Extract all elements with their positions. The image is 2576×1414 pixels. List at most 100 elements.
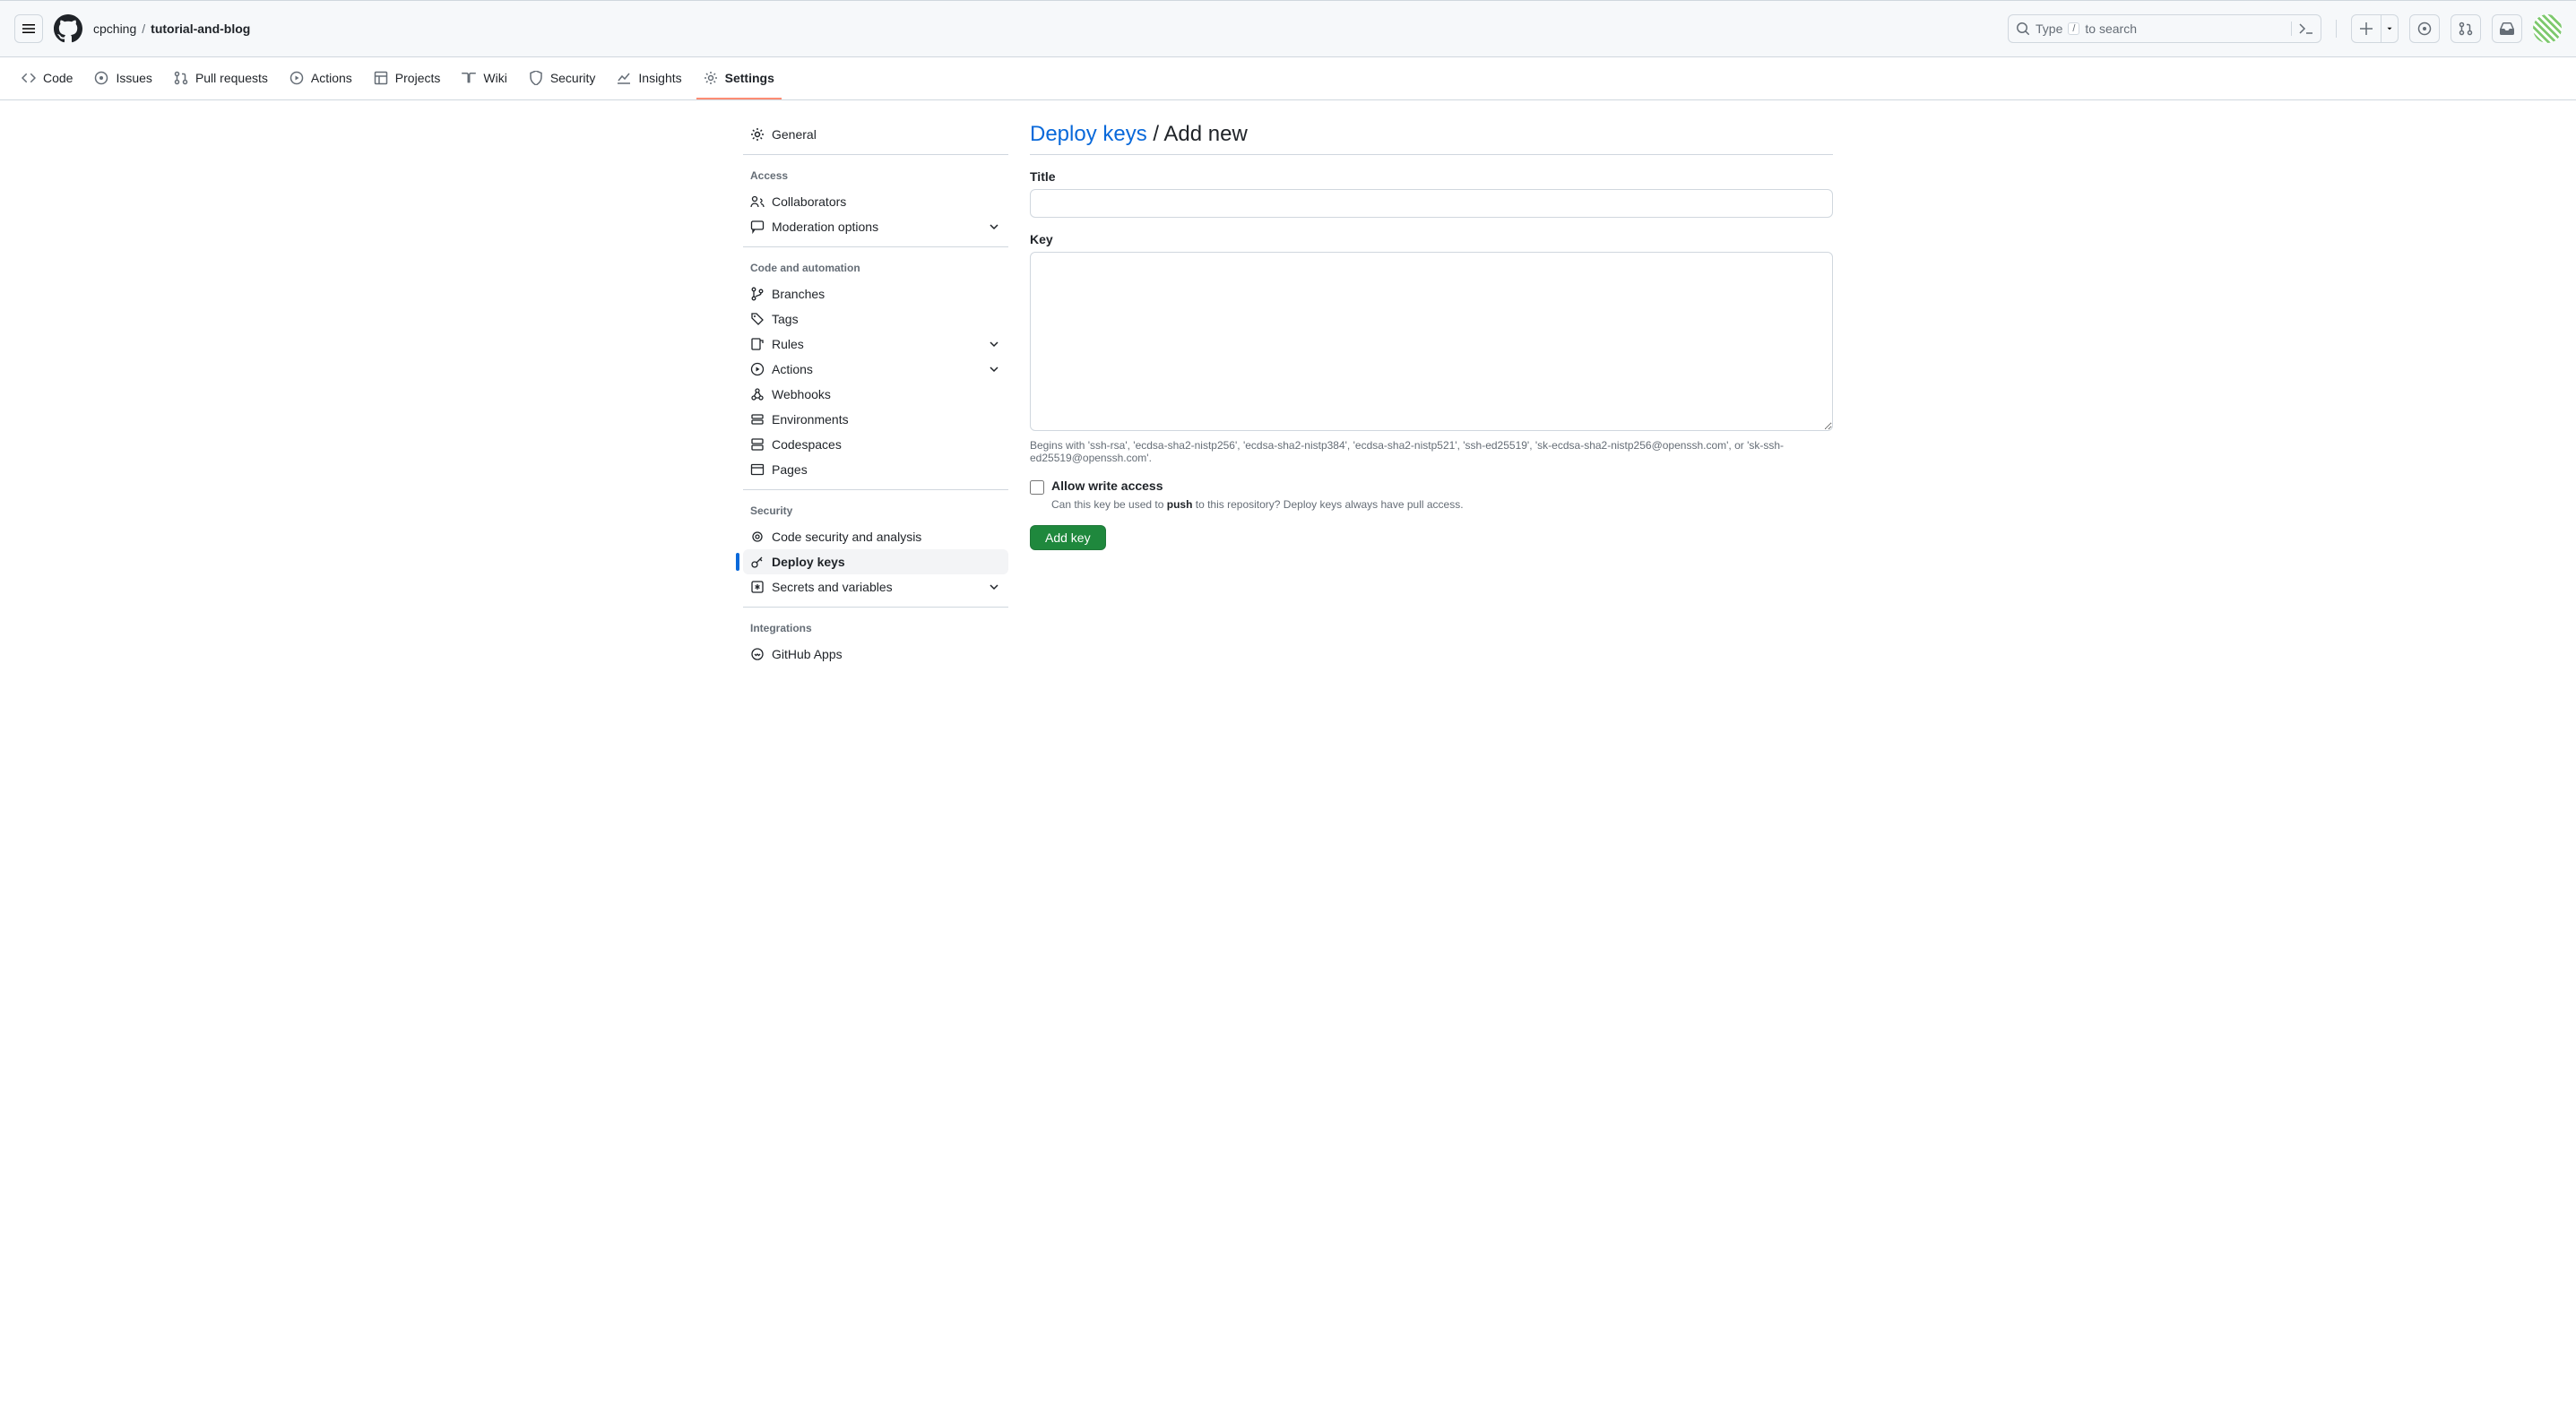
sidebar-divider xyxy=(743,246,1008,247)
header-divider xyxy=(2336,20,2337,38)
allow-write-desc-bold: push xyxy=(1167,498,1193,511)
sidebar-label-codespaces: Codespaces xyxy=(772,437,842,452)
github-logo[interactable] xyxy=(54,14,82,43)
create-dropdown[interactable] xyxy=(2382,14,2399,43)
allow-write-label[interactable]: Allow write access xyxy=(1051,479,1163,493)
tab-code-label: Code xyxy=(43,71,73,85)
sidebar-item-moderation[interactable]: Moderation options xyxy=(743,214,1008,239)
sidebar-item-code-security[interactable]: Code security and analysis xyxy=(743,524,1008,549)
title-input[interactable] xyxy=(1030,189,1833,218)
tab-actions[interactable]: Actions xyxy=(282,57,359,99)
add-key-button[interactable]: Add key xyxy=(1030,525,1106,550)
sidebar-item-general[interactable]: General xyxy=(743,122,1008,147)
sidebar-item-webhooks[interactable]: Webhooks xyxy=(743,382,1008,407)
sidebar-label-pages: Pages xyxy=(772,462,808,477)
tab-issues[interactable]: Issues xyxy=(87,57,159,99)
sidebar-label-github-apps: GitHub Apps xyxy=(772,647,843,661)
issue-dot-icon xyxy=(2417,22,2432,36)
sidebar-item-branches[interactable]: Branches xyxy=(743,281,1008,306)
issue-icon xyxy=(94,71,108,85)
sidebar-item-tags[interactable]: Tags xyxy=(743,306,1008,332)
tab-insights[interactable]: Insights xyxy=(609,57,688,99)
sidebar-label-collaborators: Collaborators xyxy=(772,194,846,209)
sidebar-label-deploy-keys: Deploy keys xyxy=(772,555,845,569)
search-icon xyxy=(2016,22,2030,36)
browser-icon xyxy=(750,462,765,477)
tab-code[interactable]: Code xyxy=(14,57,80,99)
breadcrumb-repo[interactable]: tutorial-and-blog xyxy=(151,22,250,36)
sidebar-section-code: Code and automation xyxy=(743,254,1008,281)
command-palette-icon[interactable] xyxy=(2291,22,2313,36)
sidebar-label-code-security: Code security and analysis xyxy=(772,530,921,544)
top-header: cpching / tutorial-and-blog Type / to se… xyxy=(0,0,2576,57)
sidebar-section-security: Security xyxy=(743,497,1008,524)
breadcrumb-owner[interactable]: cpching xyxy=(93,22,136,36)
tab-wiki-label: Wiki xyxy=(483,71,506,85)
sidebar-label-actions: Actions xyxy=(772,362,813,376)
tab-settings[interactable]: Settings xyxy=(696,57,782,99)
key-field-group: Key Begins with 'ssh-rsa', 'ecdsa-sha2-n… xyxy=(1030,232,1833,464)
asterisk-icon xyxy=(750,580,765,594)
search-hint-post: to search xyxy=(2085,22,2137,36)
allow-write-checkbox[interactable] xyxy=(1030,480,1044,495)
sidebar-item-secrets[interactable]: Secrets and variables xyxy=(743,574,1008,599)
sidebar-item-deploy-keys[interactable]: Deploy keys xyxy=(743,549,1008,574)
sidebar-item-codespaces[interactable]: Codespaces xyxy=(743,432,1008,457)
shield-icon xyxy=(529,71,543,85)
chevron-down-icon xyxy=(987,362,1001,376)
tab-insights-label: Insights xyxy=(638,71,681,85)
hamburger-button[interactable] xyxy=(14,14,43,43)
tab-security[interactable]: Security xyxy=(522,57,603,99)
allow-write-desc-post: to this repository? Deploy keys always h… xyxy=(1192,498,1463,511)
issues-button[interactable] xyxy=(2409,14,2440,43)
settings-sidebar: General Access Collaborators Moderation … xyxy=(743,122,1008,667)
key-icon xyxy=(750,555,765,569)
search-box[interactable]: Type / to search xyxy=(2008,14,2321,43)
pull-request-icon xyxy=(174,71,188,85)
play-circle-icon xyxy=(750,362,765,376)
pulls-button[interactable] xyxy=(2451,14,2481,43)
sidebar-label-general: General xyxy=(772,127,817,142)
people-icon xyxy=(750,194,765,209)
book-icon xyxy=(462,71,476,85)
tab-pulls[interactable]: Pull requests xyxy=(167,57,275,99)
breadcrumb-separator: / xyxy=(142,22,145,36)
user-avatar[interactable] xyxy=(2533,14,2562,43)
title-separator: / xyxy=(1147,122,1164,146)
allow-write-checkbox-row: Allow write access xyxy=(1030,479,1833,495)
codespaces-icon xyxy=(750,437,765,452)
sidebar-item-rules[interactable]: Rules xyxy=(743,332,1008,357)
main-content: Deploy keys / Add new Title Key Begins w… xyxy=(1030,122,1833,667)
sidebar-item-collaborators[interactable]: Collaborators xyxy=(743,189,1008,214)
sidebar-item-pages[interactable]: Pages xyxy=(743,457,1008,482)
chevron-down-icon xyxy=(987,337,1001,351)
hubot-icon xyxy=(750,647,765,661)
sidebar-label-webhooks: Webhooks xyxy=(772,387,831,401)
tab-projects[interactable]: Projects xyxy=(367,57,448,99)
server-icon xyxy=(750,412,765,427)
play-circle-icon xyxy=(290,71,304,85)
gear-icon xyxy=(704,71,718,85)
chevron-down-icon xyxy=(987,580,1001,594)
deploy-keys-link[interactable]: Deploy keys xyxy=(1030,122,1147,146)
rules-icon xyxy=(750,337,765,351)
sidebar-item-actions[interactable]: Actions xyxy=(743,357,1008,382)
key-textarea[interactable] xyxy=(1030,252,1833,431)
sidebar-divider xyxy=(743,607,1008,608)
repo-nav-tabs: Code Issues Pull requests Actions Projec… xyxy=(0,57,2576,100)
tab-actions-label: Actions xyxy=(311,71,352,85)
caret-down-icon xyxy=(2385,24,2394,33)
sidebar-item-environments[interactable]: Environments xyxy=(743,407,1008,432)
create-button[interactable] xyxy=(2351,14,2382,43)
table-icon xyxy=(374,71,388,85)
notifications-button[interactable] xyxy=(2492,14,2522,43)
sidebar-label-branches: Branches xyxy=(772,287,825,301)
tab-wiki[interactable]: Wiki xyxy=(454,57,514,99)
github-mark-icon xyxy=(54,14,82,43)
breadcrumb: cpching / tutorial-and-blog xyxy=(93,22,250,36)
search-slash-key: / xyxy=(2068,22,2079,35)
allow-write-description: Can this key be used to push to this rep… xyxy=(1051,498,1833,511)
tag-icon xyxy=(750,312,765,326)
title-label: Title xyxy=(1030,169,1833,184)
sidebar-item-github-apps[interactable]: GitHub Apps xyxy=(743,642,1008,667)
